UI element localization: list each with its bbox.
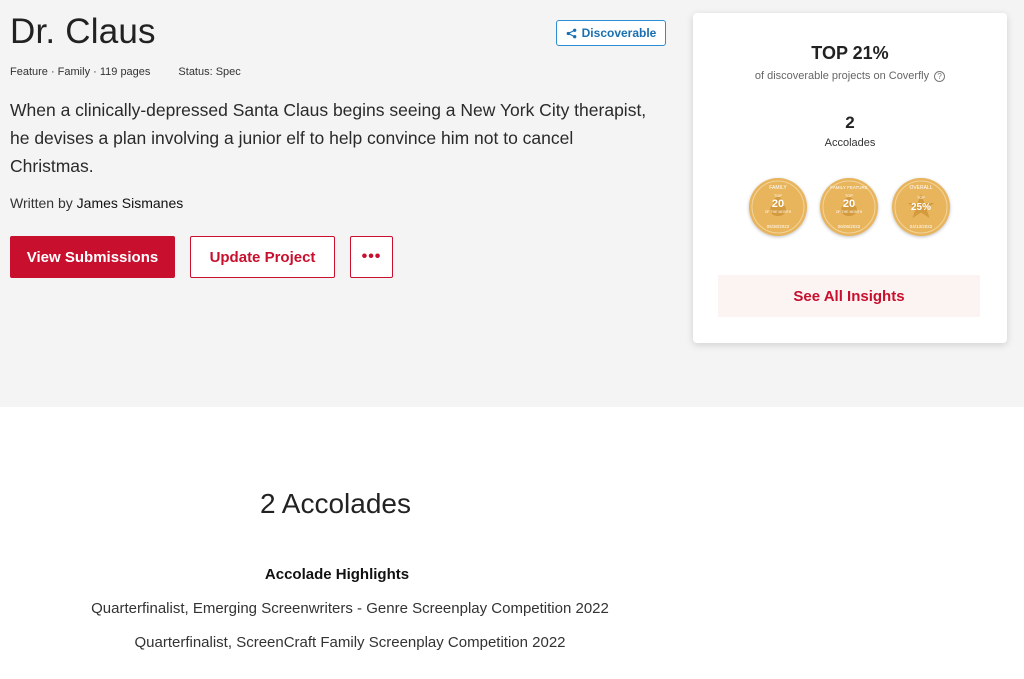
- update-project-button[interactable]: Update Project: [190, 236, 335, 278]
- project-meta: Feature · Family · 119 pages Status: Spe…: [10, 66, 241, 78]
- badge-family-value: 20: [772, 198, 784, 210]
- badge-overall-value: 25%: [911, 202, 931, 213]
- share-icon: [566, 28, 576, 38]
- project-title: Dr. Claus: [10, 12, 156, 51]
- rank-description: of discoverable projects on Coverfly ?: [693, 70, 1007, 82]
- discoverable-badge-button[interactable]: Discoverable: [556, 20, 666, 46]
- project-logline: When a clinically-depressed Santa Claus …: [10, 100, 647, 176]
- accolades-section-title: 2 Accolades: [260, 488, 411, 519]
- rank-description-text: of discoverable projects on Coverfly: [754, 70, 930, 82]
- accolade-count: 2: [845, 113, 855, 132]
- badge-family-graphic: FAMILY TOP 20 OF THE MONTH 05/30/2022: [751, 180, 805, 234]
- written-by-prefix: Written by: [10, 195, 73, 211]
- badge-overall-top-25[interactable]: OVERALL TOP 25% 04/13/2022: [892, 178, 950, 236]
- rank-percentile: TOP 21%: [811, 43, 889, 63]
- accolade-count-label: Accolades: [824, 137, 876, 149]
- badge-overall-top: TOP: [917, 195, 925, 200]
- writer-name: James Sismanes: [76, 195, 184, 211]
- more-options-button[interactable]: •••: [350, 236, 393, 278]
- accolade-highlight-item: Quarterfinalist, Emerging Screenwriters …: [91, 600, 609, 617]
- accolade-highlights-heading: Accolade Highlights: [264, 566, 410, 583]
- badge-overall-graphic: OVERALL TOP 25% 04/13/2022: [894, 180, 948, 234]
- badge-family-feature-arc: FAMILY FEATURE: [830, 185, 868, 190]
- badge-overall-date: 04/13/2022: [910, 224, 933, 229]
- accolade-highlight-item: Quarterfinalist, ScreenCraft Family Scre…: [134, 634, 566, 651]
- badge-family-arc: FAMILY: [769, 185, 787, 191]
- badge-family-feature-graphic: FAMILY FEATURE TOP 20 OF THE MONTH 06/06…: [822, 180, 876, 234]
- badge-family-feature-date: 06/06/2022: [838, 224, 861, 229]
- badge-overall-arc: OVERALL: [909, 185, 932, 191]
- see-all-insights-button[interactable]: See All Insights: [718, 275, 980, 317]
- help-icon[interactable]: ?: [934, 70, 946, 82]
- project-format-info: Feature · Family · 119 pages: [10, 66, 151, 78]
- badge-family-sub: OF THE MONTH: [765, 210, 792, 214]
- badge-family-feature-top-20[interactable]: FAMILY FEATURE TOP 20 OF THE MONTH 06/06…: [820, 178, 878, 236]
- discoverable-label: Discoverable: [581, 26, 657, 40]
- badge-family-top-20[interactable]: FAMILY TOP 20 OF THE MONTH 05/30/2022: [749, 178, 807, 236]
- badge-family-feature-value: 20: [843, 198, 855, 210]
- written-by: Written by James Sismanes: [10, 195, 183, 211]
- view-submissions-button[interactable]: View Submissions: [10, 236, 175, 278]
- badge-family-date: 05/30/2022: [767, 224, 790, 229]
- project-status: Status: Spec: [178, 66, 241, 78]
- badge-family-feature-sub: OF THE MONTH: [836, 210, 863, 214]
- insights-card: TOP 21% of discoverable projects on Cove…: [693, 13, 1007, 343]
